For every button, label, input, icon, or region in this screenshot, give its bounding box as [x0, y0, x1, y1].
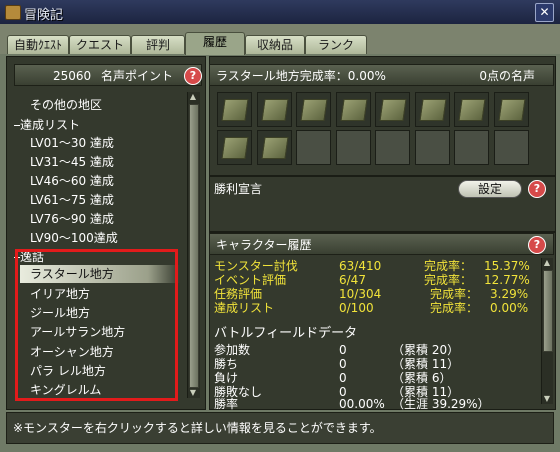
scroll-up-arrow-icon[interactable]: ▲	[188, 92, 198, 102]
stat-value: 6/47	[339, 273, 366, 287]
list-item-achievement[interactable]: LV90～100達成	[30, 229, 118, 247]
bf-cumulative: （累積 20）	[392, 343, 460, 357]
history-scrollbar[interactable]: ▲ ▼	[541, 258, 553, 404]
victory-help-button[interactable]: ?	[528, 180, 546, 198]
history-title: キャラクター履歴	[216, 238, 312, 252]
title-bar[interactable]: 冒険記 ✕	[0, 0, 560, 25]
bf-cumulative: （生涯 39.29%）	[392, 397, 490, 411]
list-item-achievement[interactable]: LV46～60 達成	[30, 172, 114, 190]
victory-header: 勝利宣言	[214, 182, 263, 196]
bf-value: 00.00%	[339, 397, 385, 411]
stat-value: 0/100	[339, 301, 374, 315]
stat-value: 10/304	[339, 287, 382, 301]
stat-rate-label: 完成率：	[424, 273, 473, 287]
book-icon	[5, 5, 21, 20]
scroll-icon	[300, 99, 328, 121]
tab-quest[interactable]: クエスト	[69, 35, 131, 54]
fame-points-label: 名声ポイント	[100, 69, 173, 83]
history-help-button[interactable]: ?	[528, 236, 546, 254]
scroll-thumb[interactable]	[189, 104, 199, 388]
scroll-down-arrow-icon[interactable]: ▼	[188, 388, 198, 398]
region-completion-rate: ラスタール地方完成率：0.00%	[216, 69, 386, 83]
scroll-icon	[221, 137, 249, 159]
title-slot[interactable]	[493, 130, 529, 165]
title-slot[interactable]	[256, 130, 292, 165]
list-item-achievement[interactable]: LV61～75 達成	[30, 191, 114, 209]
title-slot[interactable]	[414, 92, 450, 127]
stat-rate: 3.29%	[490, 287, 529, 301]
bf-label: 参加数	[214, 343, 251, 357]
title-slot[interactable]	[414, 130, 450, 165]
tab-rank[interactable]: ランク	[305, 35, 367, 54]
highlight-box	[15, 249, 178, 401]
bf-value: 0	[339, 357, 347, 371]
scroll-icon	[379, 99, 407, 121]
bf-label: 勝ち	[214, 357, 239, 371]
list-item-achievement[interactable]: LV76～90 達成	[30, 210, 114, 228]
window-title: 冒険記	[24, 8, 64, 23]
section-achievement-list[interactable]: 達成リスト	[13, 116, 80, 134]
stat-label: モンスター討伐	[214, 259, 298, 273]
title-slot[interactable]	[335, 130, 371, 165]
stat-label: 任務評価	[214, 287, 263, 301]
fame-points-value: 25060	[52, 69, 92, 83]
fame-help-button[interactable]: ?	[184, 67, 202, 85]
title-slot[interactable]	[493, 92, 529, 127]
bf-value: 0	[339, 343, 347, 357]
bf-value: 0	[339, 371, 347, 385]
list-item-achievement[interactable]: LV01～30 達成	[30, 134, 114, 152]
battlefield-header: バトルフィールドデータ	[214, 326, 358, 341]
list-item-other-district[interactable]: その他の地区	[30, 96, 102, 114]
title-slot[interactable]	[454, 130, 489, 165]
tab-bar: 自動ｸｴｽﾄ クエスト 評判 履歴 収納品 ランク	[0, 24, 560, 55]
close-button[interactable]: ✕	[535, 3, 554, 22]
scroll-up-arrow-icon[interactable]: ▲	[542, 258, 552, 268]
tab-auto-quest[interactable]: 自動ｸｴｽﾄ	[7, 35, 69, 54]
scroll-icon	[497, 99, 526, 121]
stat-value: 63/410	[339, 259, 382, 273]
title-slot[interactable]	[217, 130, 252, 165]
bf-cumulative: （累積 6）	[392, 371, 452, 385]
stat-rate: 12.77%	[484, 273, 530, 287]
title-slot[interactable]	[296, 130, 331, 165]
history-header: キャラクター履歴	[209, 233, 554, 255]
title-slot[interactable]	[375, 130, 410, 165]
fame-points-bar: 25060 名声ポイント	[14, 64, 202, 86]
title-slot[interactable]	[217, 92, 252, 127]
stat-label: イベント評価	[214, 273, 287, 287]
scroll-icon	[260, 137, 289, 159]
tab-storage[interactable]: 収納品	[245, 35, 305, 54]
left-scrollbar[interactable]: ▲ ▼	[187, 92, 200, 398]
bf-label: 負け	[214, 371, 239, 385]
scroll-down-arrow-icon[interactable]: ▼	[542, 394, 552, 404]
stat-rate-label: 完成率：	[430, 301, 479, 315]
fame-count: 0点の名声	[479, 69, 535, 83]
settings-button[interactable]: 設定	[458, 180, 522, 198]
title-slot[interactable]	[256, 92, 292, 127]
scroll-icon	[418, 99, 447, 121]
bf-cumulative: （累積 11）	[392, 357, 460, 371]
scroll-thumb[interactable]	[543, 270, 553, 352]
stat-rate: 0.00%	[490, 301, 529, 315]
adventure-log-window: 冒険記 ✕ 自動ｸｴｽﾄ クエスト 評判 履歴 収納品 ランク 25060 名声…	[0, 0, 560, 452]
scroll-icon	[260, 99, 289, 121]
stat-rate-label: 完成率：	[430, 287, 479, 301]
list-item-achievement[interactable]: LV31～45 達成	[30, 153, 114, 171]
stat-rate-label: 完成率：	[424, 259, 473, 273]
scroll-icon	[339, 99, 368, 121]
title-slot[interactable]	[335, 92, 371, 127]
titles-header: ラスタール地方完成率：0.00% 0点の名声	[209, 64, 554, 86]
tab-reputation[interactable]: 評判	[131, 35, 185, 54]
title-slot[interactable]	[296, 92, 331, 127]
title-slot[interactable]	[454, 92, 489, 127]
scroll-icon	[221, 99, 249, 121]
stat-label: 達成リスト	[214, 301, 275, 315]
tab-history[interactable]: 履歴	[185, 32, 245, 55]
footer-hint: ※モンスターを右クリックすると詳しい情報を見ることができます。	[6, 412, 554, 444]
bf-label: 勝率	[214, 397, 239, 411]
stat-rate: 15.37%	[484, 259, 530, 273]
title-slot[interactable]	[375, 92, 410, 127]
scroll-icon	[458, 99, 486, 121]
